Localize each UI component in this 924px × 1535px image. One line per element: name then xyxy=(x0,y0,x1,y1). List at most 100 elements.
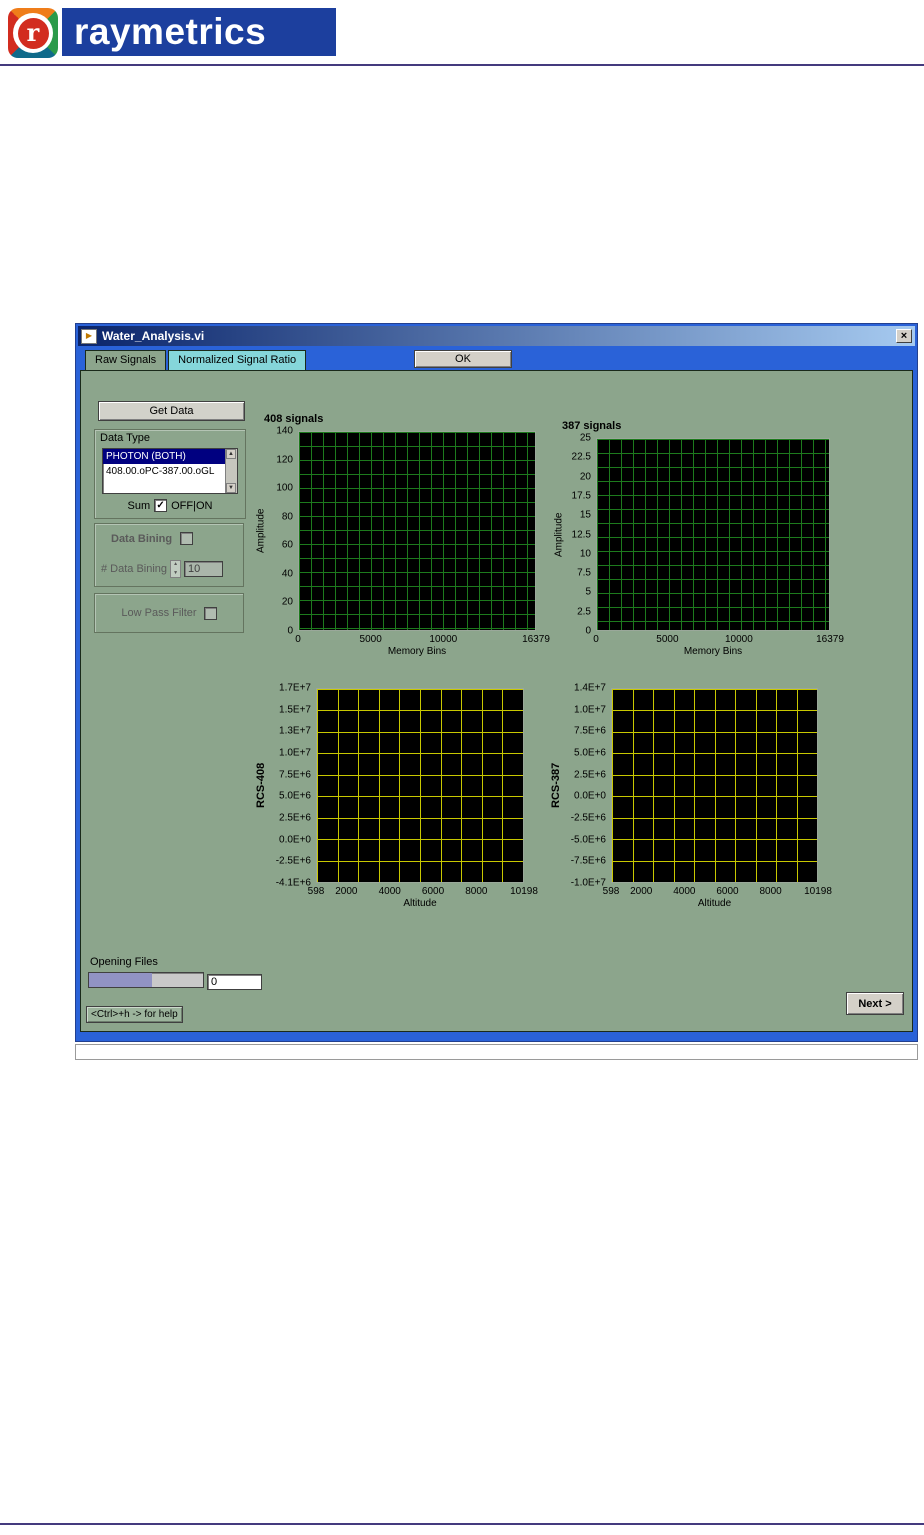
y-tick-label: -2.5E+6 xyxy=(570,812,606,824)
y-tick-label: -4.1E+6 xyxy=(275,877,311,889)
y-tick-label: 7.5E+6 xyxy=(574,725,606,737)
x-tick-label: 598 xyxy=(602,886,620,897)
grid-line xyxy=(317,689,523,690)
grid-line xyxy=(317,731,523,733)
tab-normalized-signal-ratio[interactable]: Normalized Signal Ratio xyxy=(168,350,307,370)
y-tick-label: 120 xyxy=(276,454,293,466)
x-tick-label: 4000 xyxy=(673,886,696,897)
x-tick-label: 5000 xyxy=(656,634,679,645)
grid-line xyxy=(317,774,523,776)
y-tick-label: 1.5E+7 xyxy=(279,704,311,716)
x-tick-label: 10000 xyxy=(429,634,458,645)
scroll-up-icon[interactable]: ▲ xyxy=(226,449,236,459)
low-pass-filter-label: Low Pass Filter xyxy=(121,607,197,619)
next-button[interactable]: Next > xyxy=(846,992,904,1015)
x-tick-label: 6000 xyxy=(716,886,739,897)
y-tick-label: 7.5 xyxy=(577,567,591,579)
grid-line xyxy=(653,689,654,882)
grid-line xyxy=(612,796,817,798)
y-tick-label: 10 xyxy=(579,548,591,560)
grid-line xyxy=(694,689,695,882)
x-tick-label: 8000 xyxy=(759,886,782,897)
chart-rcs-408: RCS-408 1.7E+7 1.5E+7 1.3E+7 1.0E+7 7.5E+6 5.… xyxy=(255,683,538,910)
list-item[interactable]: PHOTON (BOTH) xyxy=(103,449,237,464)
grid-line xyxy=(317,710,523,712)
x-tick-label: 6000 xyxy=(421,886,445,897)
low-pass-filter-checkbox[interactable] xyxy=(203,606,217,620)
binning-count-label: # Data Bining xyxy=(101,563,168,575)
grid-line xyxy=(755,689,757,882)
grid-line xyxy=(481,689,483,882)
grid-line xyxy=(378,689,380,882)
y-tick-label: 60 xyxy=(281,539,293,551)
binning-count-stepper[interactable]: ▲ ▼ xyxy=(170,560,182,578)
get-data-button[interactable]: Get Data xyxy=(98,401,245,421)
chart-title: 408 signals xyxy=(264,413,324,425)
grid-line xyxy=(502,689,504,882)
y-tick-label: -5.0E+6 xyxy=(570,834,606,846)
y-tick-label: 1.3E+7 xyxy=(279,725,311,737)
x-axis-ticks: 0 5000 10000 16379 xyxy=(295,631,550,645)
sum-checkbox[interactable]: ✓ xyxy=(154,499,168,512)
footer-divider xyxy=(0,1523,924,1525)
y-axis-ticks: 1.7E+7 1.5E+7 1.3E+7 1.0E+7 7.5E+6 5.0E+6 2.5E… xyxy=(266,683,316,889)
x-axis-ticks: 0 5000 10000 16379 xyxy=(593,631,844,645)
chart-rcs-387: RCS-387 1.4E+7 1.0E+7 7.5E+6 5.0E+6 2.5E+6 0.… xyxy=(550,683,832,910)
grid-line xyxy=(612,753,817,755)
spinner-up-icon[interactable]: ▲ xyxy=(171,561,180,568)
grid-line xyxy=(523,689,524,882)
x-tick-label: 10198 xyxy=(510,886,538,897)
y-tick-label: 12.5 xyxy=(571,529,591,540)
grid-line xyxy=(632,689,634,882)
low-pass-filter-group: Low Pass Filter xyxy=(94,593,244,633)
window-titlebar[interactable]: ▶ Water_Analysis.vi × xyxy=(78,326,915,346)
y-tick-label: 80 xyxy=(281,511,293,523)
list-item[interactable]: 408.00.oPC-387.00.oGL xyxy=(103,464,237,479)
y-tick-label: 7.5E+6 xyxy=(279,769,311,781)
grid-line xyxy=(317,796,523,798)
chart-408-signals: 408 signals Amplitude 140 120 100 80 60 40 20 0… xyxy=(256,413,550,657)
grid-line xyxy=(612,774,817,776)
y-tick-label: 0 xyxy=(287,625,293,637)
y-tick-label: 1.4E+7 xyxy=(574,682,606,694)
grid-line xyxy=(673,689,675,882)
logo-letter: r xyxy=(17,17,49,49)
y-axis-ticks: 140 120 100 80 60 40 20 0 xyxy=(248,426,298,637)
y-tick-label: -1.0E+7 xyxy=(570,877,606,889)
x-tick-label: 8000 xyxy=(465,886,488,897)
y-tick-label: 0 xyxy=(585,625,591,637)
tab-raw-signals[interactable]: Raw Signals xyxy=(85,350,167,370)
plot-area xyxy=(316,688,524,883)
chart-title: 387 signals xyxy=(562,420,622,432)
y-tick-label: 1.0E+7 xyxy=(574,704,606,716)
sum-row: Sum ✓ OFF|ON xyxy=(95,499,245,512)
grid-line xyxy=(612,817,817,819)
header-divider xyxy=(0,64,924,66)
grid-line xyxy=(358,689,360,882)
brand-banner: raymetrics xyxy=(62,8,336,56)
scroll-down-icon[interactable]: ▼ xyxy=(226,483,236,493)
y-tick-label: -2.5E+6 xyxy=(275,855,311,867)
x-tick-label: 2000 xyxy=(630,886,653,897)
y-tick-label: 20 xyxy=(281,596,293,608)
x-tick-label: 10000 xyxy=(724,634,753,645)
spinner-down-icon[interactable]: ▼ xyxy=(171,570,180,577)
y-tick-label: 2.5E+6 xyxy=(279,812,311,824)
help-button[interactable]: <Ctrl>+h -> for help xyxy=(86,1006,183,1023)
raymetrics-logo-icon: r xyxy=(8,8,58,58)
listbox-scrollbar[interactable]: ▲ ▼ xyxy=(225,449,237,493)
y-axis-ticks: 1.4E+7 1.0E+7 7.5E+6 5.0E+6 2.5E+6 0.0E+0 -2.5… xyxy=(561,683,611,889)
chart-387-signals: 387 signals Amplitude 25 22.5 20 17.5 15 12.5… xyxy=(554,420,844,657)
grid-line xyxy=(796,689,798,882)
y-tick-label: 1.0E+7 xyxy=(279,747,311,759)
data-binning-checkbox[interactable] xyxy=(180,532,194,545)
close-icon[interactable]: × xyxy=(896,329,912,343)
data-type-label: Data Type xyxy=(100,432,150,444)
data-type-group: Data Type PHOTON (BOTH) 408.00.oPC-387.0… xyxy=(94,429,246,519)
y-tick-label: 20 xyxy=(579,471,591,483)
grid-line xyxy=(612,710,817,712)
grid-line xyxy=(317,689,318,882)
ok-button[interactable]: OK xyxy=(414,350,512,368)
data-type-listbox[interactable]: PHOTON (BOTH) 408.00.oPC-387.00.oGL ▲ ▼ xyxy=(102,448,238,494)
data-binning-label: Data Bining xyxy=(111,532,173,545)
